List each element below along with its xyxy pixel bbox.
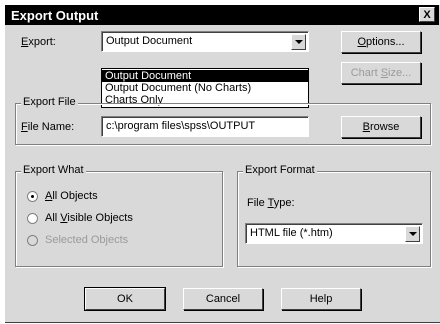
export-dropdown-button[interactable] (291, 34, 306, 50)
all-objects-radio[interactable] (27, 191, 38, 202)
export-file-legend: Export File (21, 96, 78, 108)
chevron-down-icon (295, 40, 303, 44)
options-button[interactable]: Options... (341, 31, 421, 53)
close-button[interactable]: X (419, 7, 435, 22)
export-output-dialog: Export Output X Export: Output Document … (4, 4, 440, 322)
file-type-dropdown-button[interactable] (405, 226, 420, 242)
all-visible-objects-radio[interactable] (27, 213, 38, 224)
export-combo-value: Output Document (106, 35, 193, 47)
title-bar[interactable]: Export Output X (5, 5, 439, 25)
cancel-button[interactable]: Cancel (183, 288, 263, 310)
file-name-value: c:\program files\spss\OUTPUT (106, 120, 256, 132)
export-format-legend: Export Format (243, 164, 317, 176)
browse-button[interactable]: Browse (341, 116, 421, 138)
export-dropdown-list: Output Document Output Document (No Char… (101, 68, 309, 108)
chevron-down-icon (409, 232, 417, 236)
all-objects-label: All Objects (45, 190, 98, 202)
file-name-label: File Name: (21, 121, 75, 133)
export-format-group (237, 171, 431, 267)
export-option-output-document[interactable]: Output Document (102, 70, 308, 82)
help-button[interactable]: Help (281, 288, 361, 310)
chart-size-button[interactable]: Chart Size... (341, 62, 421, 84)
ok-button[interactable]: OK (85, 288, 165, 310)
export-option-no-charts[interactable]: Output Document (No Charts) (102, 82, 308, 94)
selected-objects-radio[interactable] (27, 235, 38, 246)
file-type-combo[interactable]: HTML file (*.htm) (245, 223, 423, 244)
export-what-legend: Export What (21, 164, 86, 176)
file-type-value: HTML file (*.htm) (250, 227, 333, 239)
file-name-input[interactable]: c:\program files\spss\OUTPUT (101, 116, 309, 137)
export-combo[interactable]: Output Document (101, 31, 309, 52)
all-visible-objects-label: All Visible Objects (45, 212, 133, 224)
file-type-label: File Type: (247, 197, 295, 209)
export-label: Export: (21, 36, 56, 48)
window-title: Export Output (11, 8, 99, 23)
selected-objects-label: Selected Objects (45, 234, 129, 246)
